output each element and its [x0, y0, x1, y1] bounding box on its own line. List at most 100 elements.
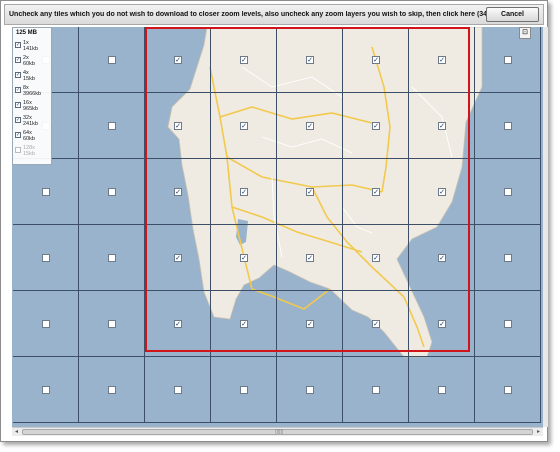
map-tile[interactable]: ✓: [211, 93, 277, 159]
tile-checkbox[interactable]: [504, 386, 512, 394]
map-tile[interactable]: [475, 27, 541, 93]
tile-checkbox[interactable]: ✓: [240, 56, 248, 64]
map-tile[interactable]: ✓: [145, 27, 211, 93]
zoom-level-row[interactable]: ✓ 32x 241kb: [13, 114, 51, 129]
map-tile[interactable]: [79, 357, 145, 423]
map-tile[interactable]: ✓: [343, 159, 409, 225]
map-tile[interactable]: ✓: [211, 225, 277, 291]
zoom-level-checkbox[interactable]: ✓: [15, 72, 21, 78]
tile-checkbox[interactable]: ✓: [240, 320, 248, 328]
map-tile[interactable]: [211, 357, 277, 423]
tile-checkbox[interactable]: ✓: [174, 56, 182, 64]
tile-checkbox[interactable]: ✓: [438, 56, 446, 64]
tile-checkbox[interactable]: ✓: [372, 122, 380, 130]
tile-checkbox[interactable]: ✓: [438, 188, 446, 196]
map-tile[interactable]: [145, 357, 211, 423]
zoom-level-row[interactable]: ✓ 2x 60kb: [13, 54, 51, 69]
vertical-scrollbar[interactable]: [543, 27, 548, 427]
restore-icon[interactable]: ⊡: [519, 27, 531, 39]
tile-checkbox[interactable]: [438, 386, 446, 394]
tile-checkbox[interactable]: [42, 188, 50, 196]
map-tile[interactable]: [79, 93, 145, 159]
scroll-right-icon[interactable]: ▸: [534, 428, 543, 436]
zoom-level-checkbox[interactable]: ✓: [15, 87, 21, 93]
zoom-level-row[interactable]: ✓ 1x 141kb: [13, 39, 51, 54]
map-tile[interactable]: ✓: [277, 159, 343, 225]
tile-checkbox[interactable]: [240, 386, 248, 394]
zoom-level-row[interactable]: ✓ 8x 3966kb: [13, 84, 51, 99]
map-tile[interactable]: ✓: [145, 93, 211, 159]
map-tile[interactable]: [79, 225, 145, 291]
tile-checkbox[interactable]: ✓: [306, 188, 314, 196]
map-tile[interactable]: ✓: [277, 225, 343, 291]
map-tile[interactable]: ✓: [343, 93, 409, 159]
tile-checkbox[interactable]: ✓: [240, 254, 248, 262]
tile-checkbox[interactable]: ✓: [438, 320, 446, 328]
tile-checkbox[interactable]: ✓: [174, 254, 182, 262]
map-tile[interactable]: ✓: [211, 159, 277, 225]
tile-checkbox[interactable]: ✓: [306, 122, 314, 130]
tile-checkbox[interactable]: ✓: [174, 188, 182, 196]
tile-checkbox[interactable]: [108, 122, 116, 130]
tile-checkbox[interactable]: [108, 188, 116, 196]
map-tile[interactable]: [475, 225, 541, 291]
zoom-level-row[interactable]: ✓ 16x 965kb: [13, 99, 51, 114]
map-tile[interactable]: [475, 357, 541, 423]
cancel-button[interactable]: Cancel: [486, 7, 539, 22]
tile-checkbox[interactable]: [108, 386, 116, 394]
tile-checkbox[interactable]: ✓: [240, 122, 248, 130]
map-tile[interactable]: [277, 357, 343, 423]
tile-checkbox[interactable]: ✓: [240, 188, 248, 196]
map-tile[interactable]: [13, 291, 79, 357]
map-tile[interactable]: ✓: [409, 225, 475, 291]
tile-checkbox[interactable]: [42, 254, 50, 262]
tile-checkbox[interactable]: ✓: [306, 320, 314, 328]
map-tile[interactable]: ✓: [343, 225, 409, 291]
map-tile[interactable]: [475, 93, 541, 159]
zoom-level-checkbox[interactable]: ✓: [15, 102, 21, 108]
tile-checkbox[interactable]: ✓: [174, 320, 182, 328]
zoom-level-checkbox[interactable]: ✓: [15, 42, 21, 48]
tile-checkbox[interactable]: ✓: [438, 254, 446, 262]
tile-checkbox[interactable]: [174, 386, 182, 394]
map-tile[interactable]: ✓: [409, 159, 475, 225]
tile-checkbox[interactable]: ✓: [372, 188, 380, 196]
tile-checkbox[interactable]: [504, 122, 512, 130]
tile-checkbox[interactable]: ✓: [174, 122, 182, 130]
map-tile[interactable]: ✓: [145, 225, 211, 291]
zoom-level-row[interactable]: ✓ 4x 15kb: [13, 69, 51, 84]
map-tile[interactable]: [409, 357, 475, 423]
map-tile[interactable]: ✓: [211, 27, 277, 93]
map-tile[interactable]: ✓: [343, 27, 409, 93]
map-tile[interactable]: [13, 357, 79, 423]
tile-checkbox[interactable]: ✓: [372, 56, 380, 64]
map-tile[interactable]: ✓: [145, 291, 211, 357]
map-tile[interactable]: [13, 225, 79, 291]
scroll-left-icon[interactable]: ◂: [12, 428, 21, 436]
tile-checkbox[interactable]: [372, 386, 380, 394]
tile-checkbox[interactable]: ✓: [306, 254, 314, 262]
map-tile[interactable]: [343, 357, 409, 423]
tile-checkbox[interactable]: ✓: [372, 254, 380, 262]
map-tile[interactable]: [475, 291, 541, 357]
tile-checkbox[interactable]: [306, 386, 314, 394]
zoom-level-checkbox[interactable]: ✓: [15, 117, 21, 123]
scroll-thumb[interactable]: ▯▯▯: [22, 429, 533, 435]
tile-checkbox[interactable]: [108, 56, 116, 64]
map-tile[interactable]: ✓: [211, 291, 277, 357]
zoom-level-checkbox[interactable]: ✓: [15, 57, 21, 63]
tile-checkbox[interactable]: [504, 254, 512, 262]
map-tile[interactable]: ✓: [277, 27, 343, 93]
zoom-level-row[interactable]: ✓ 64x 60kb: [13, 129, 51, 144]
tile-checkbox[interactable]: [42, 386, 50, 394]
tile-checkbox[interactable]: ✓: [438, 122, 446, 130]
map-tile[interactable]: ✓: [409, 93, 475, 159]
tile-checkbox[interactable]: [504, 188, 512, 196]
map-tile[interactable]: ✓: [409, 27, 475, 93]
tile-checkbox[interactable]: ✓: [306, 56, 314, 64]
tile-checkbox[interactable]: [108, 320, 116, 328]
tile-checkbox[interactable]: [108, 254, 116, 262]
map-tile[interactable]: [79, 159, 145, 225]
zoom-level-checkbox[interactable]: [15, 147, 21, 153]
tile-checkbox[interactable]: ✓: [372, 320, 380, 328]
